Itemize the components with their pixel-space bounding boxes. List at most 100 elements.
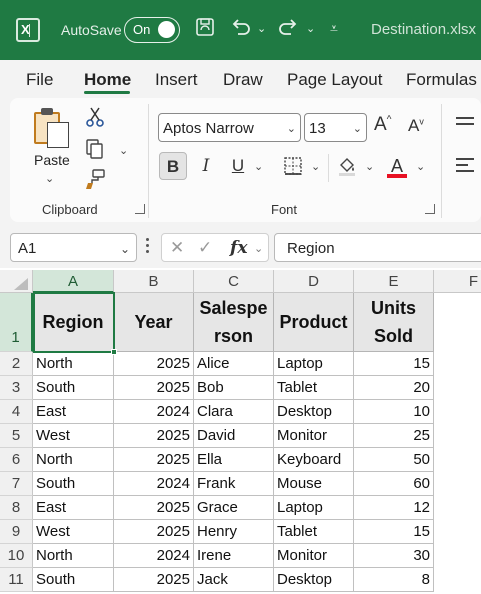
cell-units-sold[interactable]: 25 bbox=[354, 424, 434, 448]
formula-input[interactable]: Region bbox=[274, 233, 481, 262]
redo-icon[interactable] bbox=[277, 16, 301, 42]
cell-year[interactable]: 2025 bbox=[114, 568, 194, 592]
tab-draw[interactable]: Draw bbox=[223, 70, 263, 90]
align-left-icon[interactable] bbox=[456, 158, 474, 176]
fill-color-dropdown-icon[interactable]: ⌄ bbox=[365, 160, 374, 173]
autosave-toggle[interactable]: On bbox=[124, 17, 180, 43]
row-header-8[interactable]: 8 bbox=[0, 496, 33, 520]
cell-region[interactable]: North bbox=[33, 448, 114, 472]
column-header-b[interactable]: B bbox=[114, 270, 194, 293]
borders-icon[interactable] bbox=[279, 152, 307, 180]
cell-product[interactable]: Tablet bbox=[274, 520, 354, 544]
cell-region[interactable]: West bbox=[33, 520, 114, 544]
tab-insert[interactable]: Insert bbox=[155, 70, 198, 90]
cell-product[interactable]: Keyboard bbox=[274, 448, 354, 472]
increase-font-size-icon[interactable]: A^ bbox=[374, 114, 391, 136]
cell-units-sold[interactable]: 10 bbox=[354, 400, 434, 424]
enter-icon[interactable]: ✓ bbox=[198, 238, 212, 258]
cell-product[interactable]: Mouse bbox=[274, 472, 354, 496]
column-header-c[interactable]: C bbox=[194, 270, 274, 293]
tab-file[interactable]: File bbox=[26, 70, 53, 90]
cell-region[interactable]: North bbox=[33, 544, 114, 568]
cell-salesperson[interactable]: Irene bbox=[194, 544, 274, 568]
column-header-d[interactable]: D bbox=[274, 270, 354, 293]
row-header-9[interactable]: 9 bbox=[0, 520, 33, 544]
cancel-icon[interactable]: ✕ bbox=[170, 238, 184, 258]
cell-units-sold[interactable]: 15 bbox=[354, 520, 434, 544]
name-box[interactable]: A1 ⌄ bbox=[10, 233, 137, 262]
font-launcher-icon[interactable] bbox=[425, 204, 435, 214]
undo-dropdown-icon[interactable]: ⌄ bbox=[257, 22, 267, 35]
cell-salesperson[interactable]: Frank bbox=[194, 472, 274, 496]
cell-year[interactable]: 2025 bbox=[114, 352, 194, 376]
underline-dropdown-icon[interactable]: ⌄ bbox=[254, 160, 263, 173]
cell-salesperson[interactable]: Clara bbox=[194, 400, 274, 424]
cell-region[interactable]: South bbox=[33, 472, 114, 496]
insert-function-button[interactable]: fx bbox=[230, 238, 247, 258]
cell-salesperson[interactable]: Henry bbox=[194, 520, 274, 544]
italic-button[interactable]: I bbox=[192, 152, 220, 180]
cell-product[interactable]: Laptop bbox=[274, 352, 354, 376]
cell-salesperson[interactable]: Grace bbox=[194, 496, 274, 520]
tab-home[interactable]: Home bbox=[84, 70, 131, 90]
cell-product[interactable]: Desktop bbox=[274, 400, 354, 424]
header-cell-units-sold[interactable]: Units Sold bbox=[354, 293, 434, 352]
cell-product[interactable]: Desktop bbox=[274, 568, 354, 592]
cell-salesperson[interactable]: David bbox=[194, 424, 274, 448]
cell-year[interactable]: 2025 bbox=[114, 448, 194, 472]
cell-salesperson[interactable]: Jack bbox=[194, 568, 274, 592]
header-cell-product[interactable]: Product bbox=[274, 293, 354, 352]
underline-button[interactable]: U bbox=[224, 152, 252, 180]
fill-color-icon[interactable] bbox=[333, 152, 361, 180]
cell-units-sold[interactable]: 8 bbox=[354, 568, 434, 592]
row-header-2[interactable]: 2 bbox=[0, 352, 33, 376]
column-header-e[interactable]: E bbox=[354, 270, 434, 293]
header-cell-salesperson[interactable]: Salespe rson bbox=[194, 293, 274, 352]
row-header-6[interactable]: 6 bbox=[0, 448, 33, 472]
cell-salesperson[interactable]: Ella bbox=[194, 448, 274, 472]
row-header-10[interactable]: 10 bbox=[0, 544, 33, 568]
save-icon[interactable] bbox=[193, 16, 217, 42]
cell-product[interactable]: Monitor bbox=[274, 424, 354, 448]
cell-region[interactable]: South bbox=[33, 376, 114, 400]
bold-button[interactable]: B bbox=[159, 152, 187, 180]
column-header-a[interactable]: A bbox=[33, 270, 114, 293]
clipboard-launcher-icon[interactable] bbox=[135, 204, 145, 214]
font-name-select[interactable]: Aptos Narrow ⌄ bbox=[158, 113, 301, 142]
chevron-down-icon[interactable]: ⌄ bbox=[254, 242, 263, 255]
header-cell-region[interactable]: Region bbox=[33, 293, 114, 352]
format-painter-icon[interactable] bbox=[84, 168, 106, 190]
cell-region[interactable]: East bbox=[33, 400, 114, 424]
cell-year[interactable]: 2025 bbox=[114, 376, 194, 400]
more-options-icon[interactable] bbox=[146, 238, 150, 256]
cut-icon[interactable] bbox=[84, 106, 106, 128]
cell-region[interactable]: North bbox=[33, 352, 114, 376]
cell-region[interactable]: South bbox=[33, 568, 114, 592]
cell-product[interactable]: Laptop bbox=[274, 496, 354, 520]
cell-region[interactable]: West bbox=[33, 424, 114, 448]
cell-units-sold[interactable]: 50 bbox=[354, 448, 434, 472]
cell-region[interactable]: East bbox=[33, 496, 114, 520]
tab-page-layout[interactable]: Page Layout bbox=[287, 70, 382, 90]
row-header-11[interactable]: 11 bbox=[0, 568, 33, 592]
cell-year[interactable]: 2024 bbox=[114, 400, 194, 424]
paste-dropdown-icon[interactable]: ⌄ bbox=[45, 172, 54, 185]
paste-icon[interactable] bbox=[34, 108, 72, 150]
cell-product[interactable]: Monitor bbox=[274, 544, 354, 568]
font-color-dropdown-icon[interactable]: ⌄ bbox=[416, 160, 425, 173]
cell-year[interactable]: 2024 bbox=[114, 472, 194, 496]
paste-button[interactable]: Paste bbox=[34, 152, 70, 168]
fill-handle[interactable] bbox=[111, 349, 117, 355]
header-cell-year[interactable]: Year bbox=[114, 293, 194, 352]
redo-dropdown-icon[interactable]: ⌄ bbox=[306, 22, 316, 35]
cell-units-sold[interactable]: 60 bbox=[354, 472, 434, 496]
undo-icon[interactable] bbox=[228, 16, 252, 42]
top-align-icon[interactable] bbox=[456, 117, 474, 129]
cell-year[interactable]: 2025 bbox=[114, 520, 194, 544]
cell-salesperson[interactable]: Bob bbox=[194, 376, 274, 400]
customize-toolbar-icon[interactable]: ⩡ bbox=[330, 20, 340, 37]
cell-year[interactable]: 2025 bbox=[114, 496, 194, 520]
row-header-7[interactable]: 7 bbox=[0, 472, 33, 496]
font-size-select[interactable]: 13 ⌄ bbox=[304, 113, 367, 142]
row-header-5[interactable]: 5 bbox=[0, 424, 33, 448]
